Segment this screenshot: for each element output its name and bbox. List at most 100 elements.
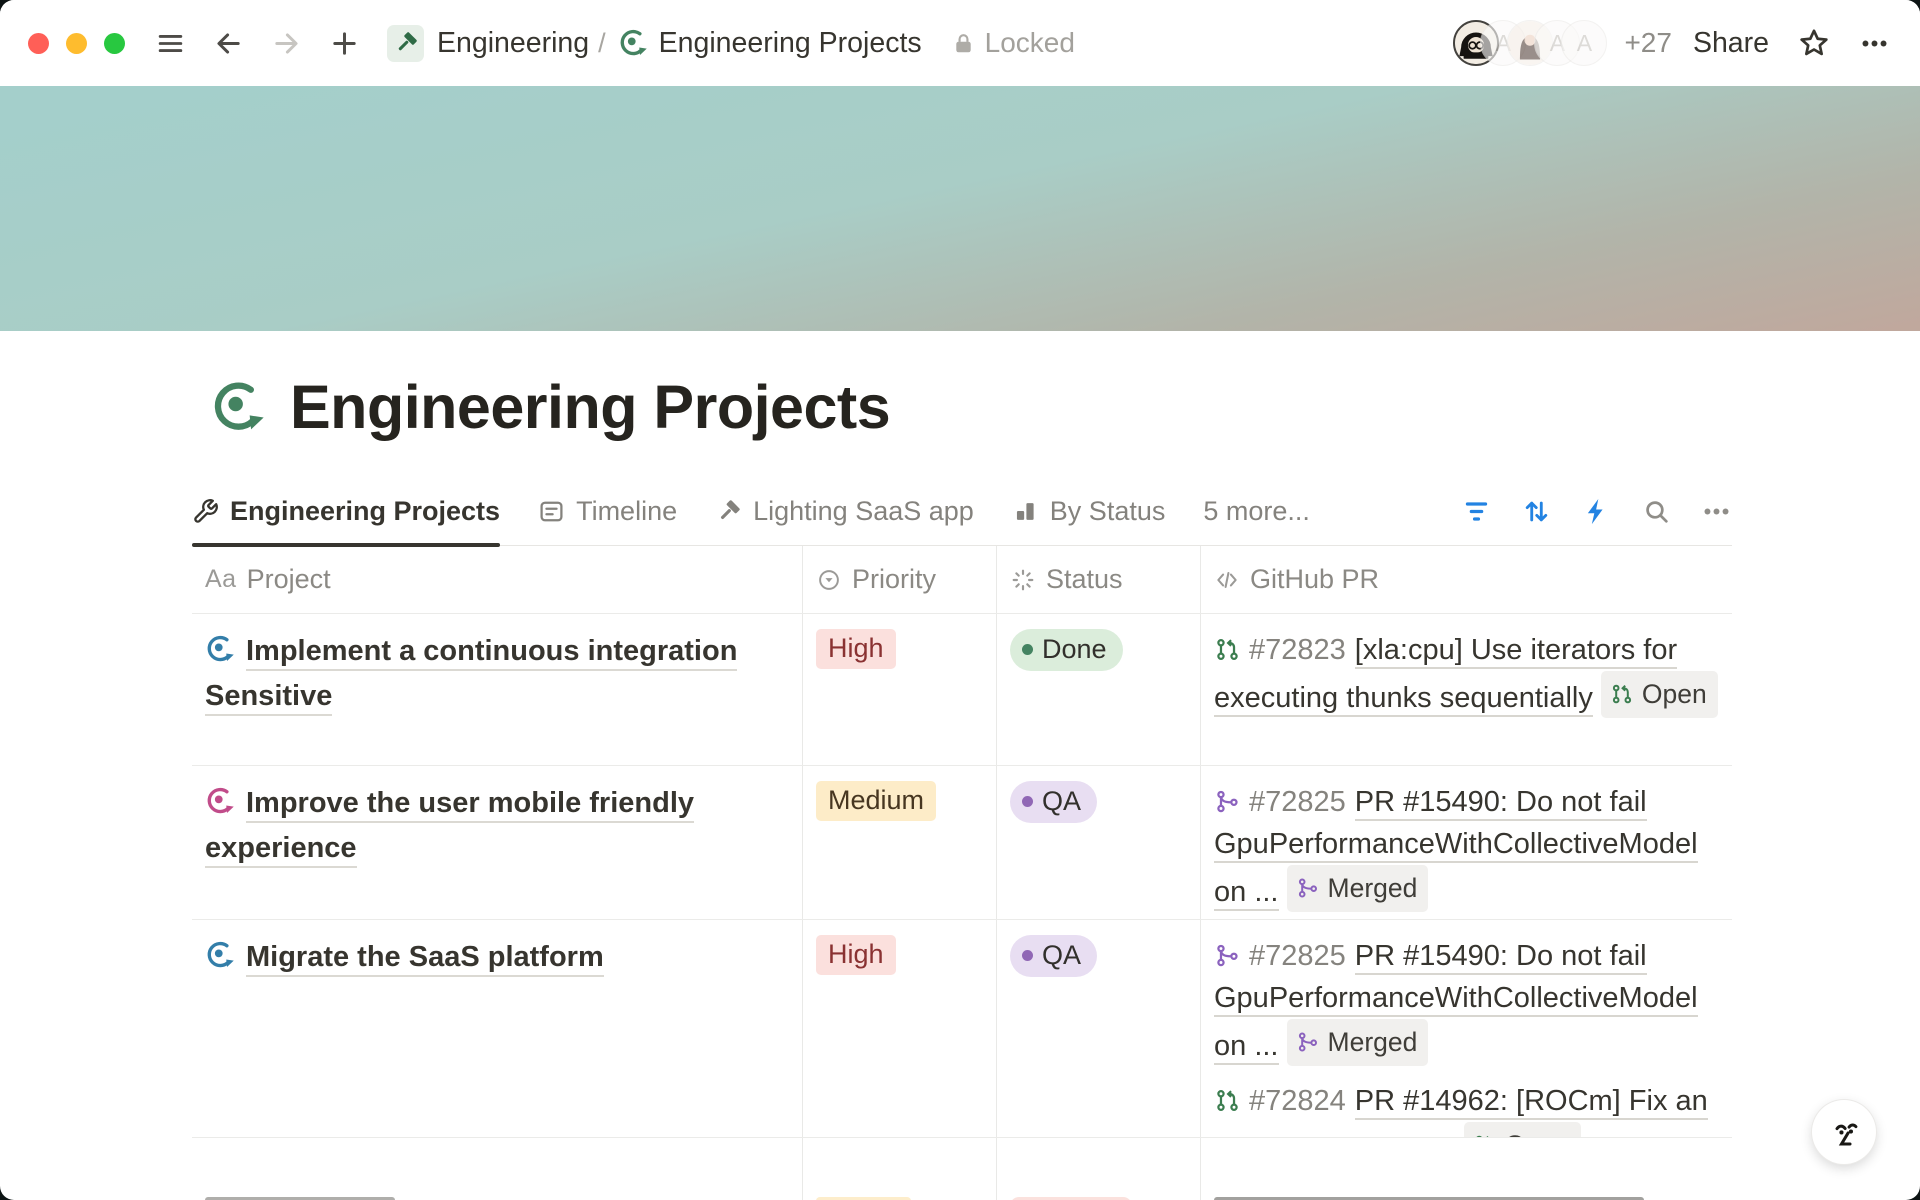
project-title-link[interactable]: Implement a continuous integration Sensi… [205,635,737,716]
tab-by-status[interactable]: By Status [1012,478,1166,545]
breadcrumb-page[interactable]: Engineering Projects [659,27,922,60]
status-dot-icon [1022,950,1033,961]
column-header-project[interactable]: Aa Project [192,546,802,613]
tab-more-views[interactable]: 5 more... [1203,478,1310,545]
page-title: Engineering Projects [290,372,890,442]
new-page-button[interactable] [329,28,360,59]
status-cell[interactable]: QA [996,920,1200,1137]
column-label: Project [247,564,331,595]
pr-state-badge: Merged [1287,865,1429,912]
avatar[interactable]: A [1561,20,1607,66]
page-cyclone-icon [618,28,648,58]
git-merge-icon [1296,1030,1320,1054]
zap-icon[interactable] [1581,496,1612,527]
locked-indicator[interactable]: Locked [950,27,1075,59]
cyclone-icon [205,786,235,816]
select-icon [816,567,842,593]
column-header-status[interactable]: Status [996,546,1200,613]
tab-label: Timeline [576,496,677,527]
git-merge-icon [1296,876,1320,900]
priority-cell[interactable]: High [802,920,996,1137]
pull-request-icon [1610,682,1634,706]
project-cell[interactable]: Improve the user mobile friendly experie… [192,766,802,919]
view-tabs-bar: Engineering Projects Timeline Lighting S… [192,478,1732,546]
sort-icon[interactable] [1521,496,1552,527]
project-title-link[interactable]: Improve the user mobile friendly experie… [205,787,694,868]
page-title-cyclone-icon[interactable] [210,379,266,435]
status-badge: QA [1010,781,1097,823]
github-pr-cell[interactable]: #72825PR #15490: Do not fail GpuPerforma… [1200,766,1732,919]
avatar-letter: A [1577,30,1592,57]
pull-request-icon [1473,1133,1497,1137]
github-pr-cell[interactable]: #72823[xla:cpu] Use iterators for execut… [1200,614,1732,765]
github-pr-cell[interactable] [1200,1138,1732,1200]
column-header-github-pr[interactable]: GitHub PR [1200,546,1732,613]
notion-face-icon [1825,1113,1863,1151]
pr-state-badge: Open [1601,671,1718,718]
table-row: Migrate the SaaS platform High QA #72825… [192,920,1732,1138]
column-label: Status [1046,564,1123,595]
hammer-icon [715,498,742,525]
project-cell[interactable] [192,1138,802,1200]
pr-number: #72825 [1249,940,1346,972]
wrench-icon [192,498,219,525]
search-icon[interactable] [1641,496,1672,527]
back-button[interactable] [213,28,244,59]
status-dot-icon [1022,796,1033,807]
tab-label: Engineering Projects [230,496,500,527]
share-button[interactable]: Share [1693,27,1769,60]
github-pr-cell[interactable]: #72825PR #15490: Do not fail GpuPerforma… [1200,920,1732,1137]
close-button[interactable] [28,33,49,54]
table-row-partial [192,1138,1732,1200]
status-cell[interactable]: Done [996,614,1200,765]
window-toolbar: Engineering / Engineering Projects Locke… [0,0,1920,86]
project-cell[interactable]: Implement a continuous integration Sensi… [192,614,802,765]
presence-avatars[interactable]: A A A [1453,20,1607,66]
timeline-icon [538,498,565,525]
traffic-lights [28,33,125,54]
status-badge: Done [1010,629,1123,671]
tab-timeline[interactable]: Timeline [538,478,677,545]
status-cell[interactable] [996,1138,1200,1200]
pull-request-icon [1214,1087,1241,1114]
priority-badge: High [816,629,896,669]
status-icon [1010,567,1036,593]
cyclone-icon [205,940,235,970]
priority-cell[interactable]: High [802,614,996,765]
pr-number: #72824 [1249,1085,1346,1117]
tab-label: 5 more... [1203,496,1310,527]
locked-label: Locked [985,27,1075,59]
lock-icon [950,30,977,57]
notion-ai-button[interactable] [1812,1100,1876,1164]
notion-window: Engineering / Engineering Projects Locke… [0,0,1920,1200]
priority-cell[interactable] [802,1138,996,1200]
column-header-priority[interactable]: Priority [802,546,996,613]
tab-lighting-saas-app[interactable]: Lighting SaaS app [715,478,974,545]
favorite-star-icon[interactable] [1797,26,1831,60]
filter-icon[interactable] [1461,496,1492,527]
priority-cell[interactable]: Medium [802,766,996,919]
more-icon[interactable] [1701,496,1732,527]
breadcrumb-workspace[interactable]: Engineering [437,27,589,60]
more-options-button[interactable] [1859,28,1890,59]
git-merge-icon [1214,788,1241,815]
table-header-row: Aa Project Priority Status GitHub PR [192,546,1732,614]
tab-label: By Status [1050,496,1166,527]
tab-engineering-projects[interactable]: Engineering Projects [192,478,500,545]
zoom-button[interactable] [104,33,125,54]
project-cell[interactable]: Migrate the SaaS platform [192,920,802,1137]
presence-overflow-count[interactable]: +27 [1624,27,1672,59]
project-title-link[interactable]: Migrate the SaaS platform [246,941,604,977]
database-table: Aa Project Priority Status GitHub PR Imp… [192,546,1732,1200]
workspace-hammer-icon[interactable] [387,25,424,62]
pull-request-icon [1214,636,1241,663]
page-cover-image[interactable] [0,86,1920,331]
sidebar-menu-button[interactable] [155,28,186,59]
pr-state-badge: Open [1464,1122,1581,1137]
column-label: Priority [852,564,936,595]
forward-button[interactable] [271,28,302,59]
status-cell[interactable]: QA [996,766,1200,919]
status-badge: QA [1010,935,1097,977]
minimize-button[interactable] [66,33,87,54]
breadcrumb-separator: / [598,28,606,59]
